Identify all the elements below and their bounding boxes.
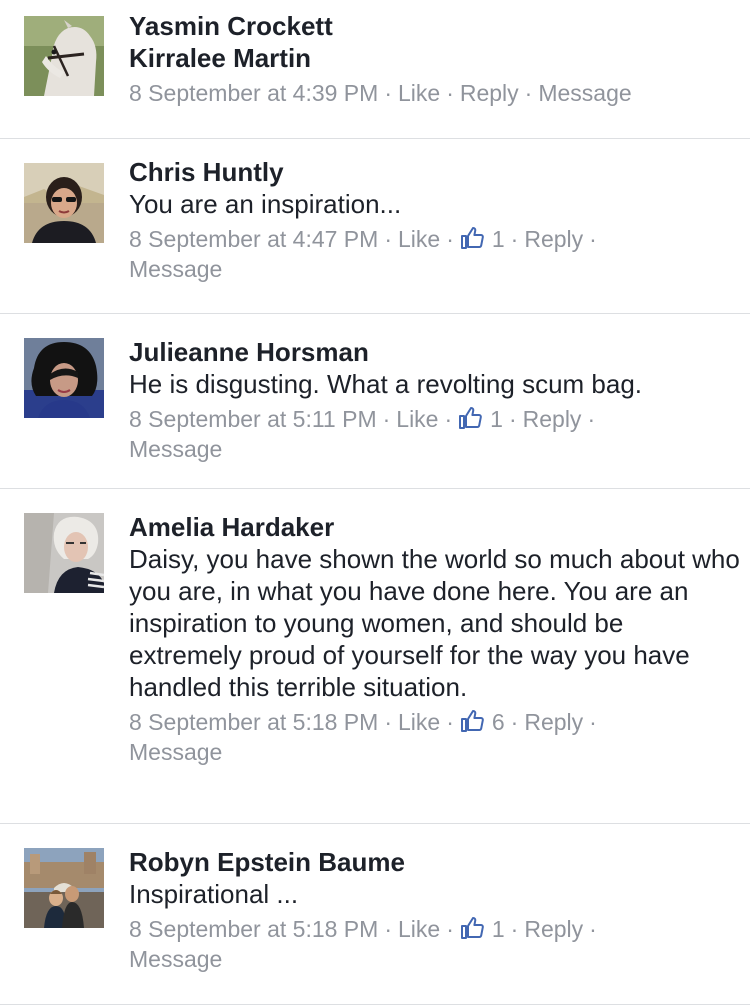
separator-dot: · [446, 226, 454, 252]
person-photo-icon [24, 338, 104, 418]
comment-text: Daisy, you have shown the world so much … [129, 544, 740, 702]
like-count[interactable]: 1 [458, 404, 503, 434]
timestamp[interactable]: 8 September at 5:18 PM [129, 916, 378, 942]
avatar[interactable] [24, 16, 104, 96]
comment-author[interactable]: Chris Huntly [129, 156, 740, 188]
thumbs-up-icon [458, 404, 482, 434]
comment-item: Chris Huntly You are an inspiration... 8… [0, 139, 750, 314]
thumbs-up-icon [460, 707, 484, 737]
like-count-value: 6 [491, 709, 505, 735]
comment-text: Inspirational ... [129, 879, 299, 909]
separator-dot: · [382, 406, 391, 432]
message-button[interactable]: Message [129, 256, 222, 282]
separator-dot: · [589, 916, 597, 942]
like-count[interactable]: 1 [460, 914, 505, 944]
separator-dot: · [384, 226, 392, 252]
tagged-name[interactable]: Kirralee Martin [129, 42, 740, 74]
person-photo-icon [24, 163, 104, 243]
message-button[interactable]: Message [129, 436, 222, 462]
like-button[interactable]: Like [396, 406, 438, 432]
message-button[interactable]: Message [129, 739, 222, 765]
comment-author[interactable]: Julieanne Horsman [129, 336, 740, 368]
avatar[interactable] [24, 513, 104, 593]
person-photo-icon [24, 513, 104, 593]
comment-meta: 8 September at 5:18 PM · Like · 1 · Reply · Mess… [129, 914, 740, 974]
comment-item: Robyn Epstein Baume Inspirational ... 8 … [0, 824, 750, 1005]
separator-dot: · [384, 80, 392, 106]
comment-item: Amelia Hardaker Daisy, you have shown th… [0, 489, 750, 824]
like-button[interactable]: Like [398, 709, 440, 735]
timestamp[interactable]: 8 September at 5:11 PM [129, 406, 377, 432]
reply-button[interactable]: Reply [523, 406, 582, 432]
timestamp[interactable]: 8 September at 4:47 PM [129, 226, 378, 252]
separator-dot: · [444, 406, 453, 432]
comment-item: Yasmin Crockett Kirralee Martin 8 Septem… [0, 0, 750, 139]
comment-author[interactable]: Robyn Epstein Baume [129, 846, 740, 878]
comment-author[interactable]: Yasmin Crockett [129, 10, 740, 42]
like-count[interactable]: 1 [460, 224, 505, 254]
reply-button[interactable]: Reply [460, 80, 519, 106]
separator-dot: · [446, 916, 454, 942]
avatar[interactable] [24, 163, 104, 243]
timestamp[interactable]: 8 September at 5:18 PM [129, 709, 378, 735]
thumbs-up-icon [460, 914, 484, 944]
person-photo-icon [24, 848, 104, 928]
separator-dot: · [510, 709, 519, 735]
like-button[interactable]: Like [398, 916, 440, 942]
avatar[interactable] [24, 848, 104, 928]
like-button[interactable]: Like [398, 226, 440, 252]
thumbs-up-icon [460, 224, 484, 254]
comment-meta: 8 September at 4:47 PM · Like · 1 · Reply · Mess… [129, 224, 740, 284]
comment-meta: 8 September at 5:11 PM · Like · 1 · Reply · Mess… [129, 404, 740, 464]
separator-dot: · [589, 709, 597, 735]
comment-meta: 8 September at 4:39 PM · Like · Reply · Messag… [129, 78, 740, 108]
horse-photo-icon [24, 16, 104, 96]
separator-dot: · [446, 80, 454, 106]
like-count[interactable]: 6 [460, 707, 505, 737]
timestamp[interactable]: 8 September at 4:39 PM [129, 80, 378, 106]
message-button[interactable]: Message [129, 946, 222, 972]
comment-item: Julieanne Horsman He is disgusting. What… [0, 314, 750, 489]
reply-button[interactable]: Reply [524, 709, 583, 735]
comment-text: You are an inspiration... [129, 189, 402, 219]
like-count-value: 1 [490, 406, 503, 432]
comment-text: He is disgusting. What a revolting scum … [129, 369, 643, 399]
like-count-value: 1 [491, 916, 505, 942]
reply-button[interactable]: Reply [524, 226, 583, 252]
comment-meta: 8 September at 5:18 PM · Like · 6 · Reply · Mess… [129, 707, 740, 767]
separator-dot: · [524, 80, 533, 106]
separator-dot: · [446, 709, 454, 735]
avatar[interactable] [24, 338, 104, 418]
separator-dot: · [587, 406, 596, 432]
separator-dot: · [589, 226, 597, 252]
separator-dot: · [384, 916, 392, 942]
separator-dot: · [384, 709, 392, 735]
separator-dot: · [508, 406, 517, 432]
message-button[interactable]: Message [538, 80, 631, 106]
like-count-value: 1 [491, 226, 505, 252]
reply-button[interactable]: Reply [524, 916, 583, 942]
comment-author[interactable]: Amelia Hardaker [129, 511, 740, 543]
like-button[interactable]: Like [398, 80, 440, 106]
separator-dot: · [510, 226, 519, 252]
separator-dot: · [510, 916, 519, 942]
